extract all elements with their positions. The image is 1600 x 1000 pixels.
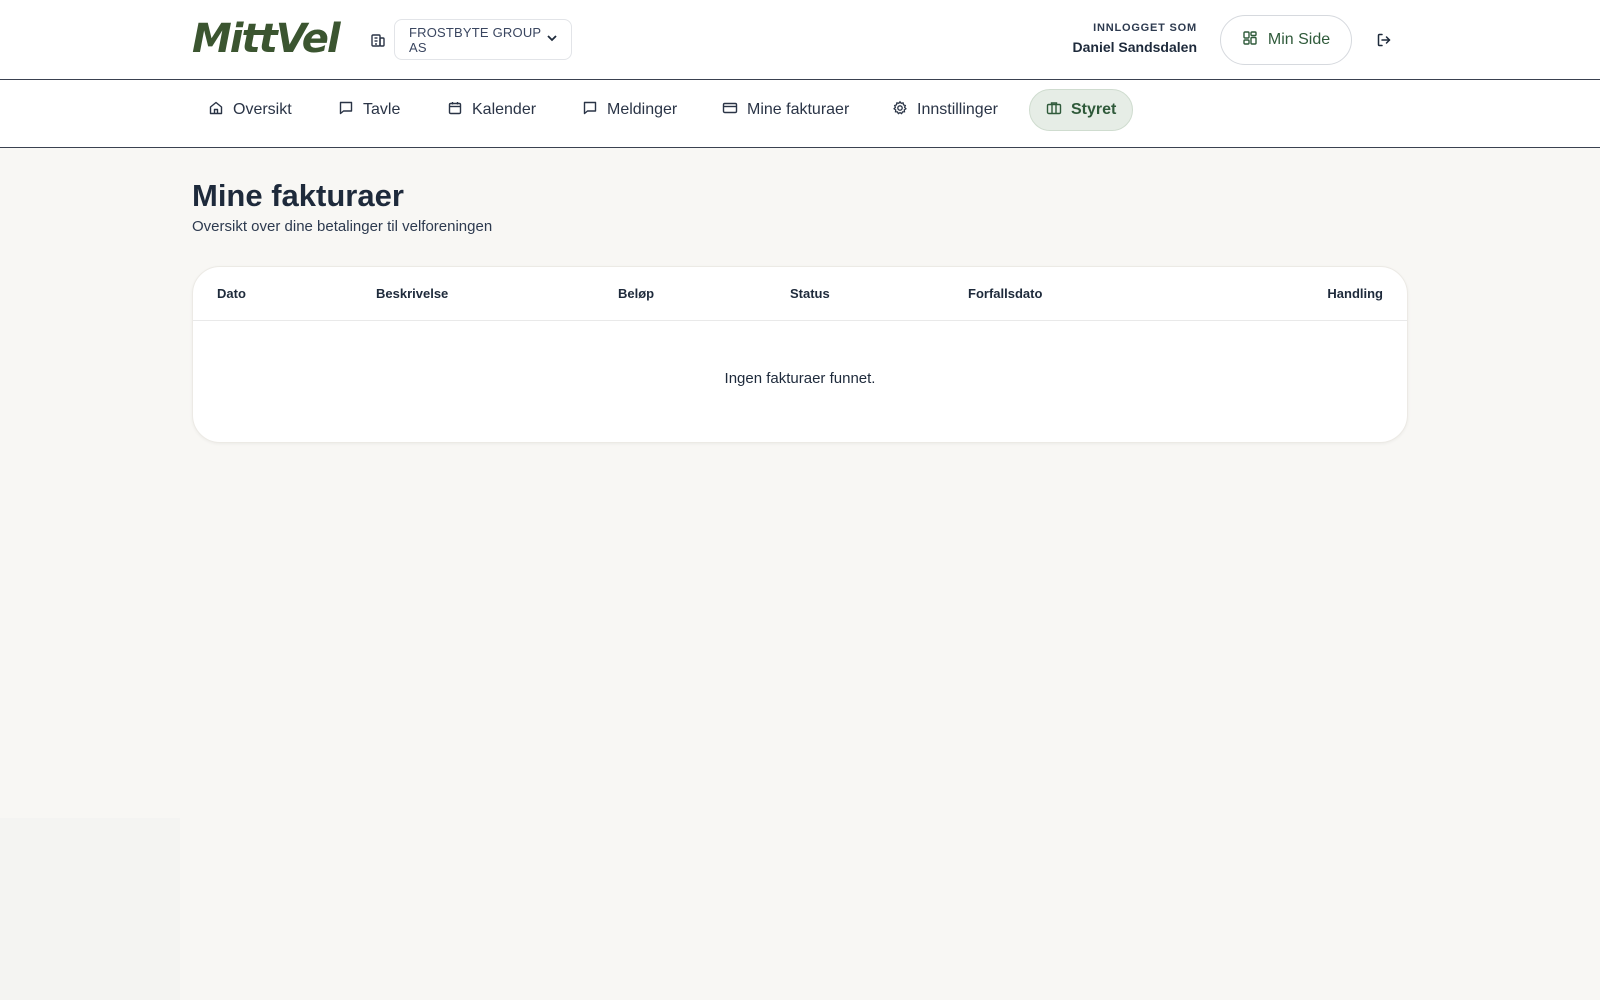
column-header-belop: Beløp [618,286,655,301]
top-header: MittVel FROSTBYTE GROUP AS INNLOGGET SOM… [0,0,1600,80]
nav-item-meldinger[interactable]: Meldinger [566,89,693,131]
min-side-label: Min Side [1267,31,1331,48]
page-subtitle: Oversikt over dine betalinger til velfor… [192,218,493,235]
empty-state-message: Ingen fakturaer funnet. [724,370,876,387]
page-title: Mine fakturaer [192,178,404,213]
nav-item-label: Styret [1071,101,1117,118]
briefcase-icon [1046,100,1062,121]
logout-icon[interactable] [1374,30,1394,50]
organization-select[interactable]: FROSTBYTE GROUP AS [394,19,572,60]
logged-in-label: INNLOGGET SOM [1093,22,1197,34]
chevron-down-icon [547,34,557,45]
home-icon [208,100,224,121]
column-header-status: Status [790,286,830,301]
column-header-handling: Handling [1327,286,1383,301]
message-square-icon [338,100,354,121]
message-square-icon [582,100,598,121]
nav-item-innstillinger[interactable]: Innstillinger [876,89,1014,131]
building-icon [368,30,388,50]
column-header-dato: Dato [217,286,246,301]
column-header-forfallsdato: Forfallsdato [968,286,1043,301]
nav-item-label: Meldinger [607,101,678,118]
credit-card-icon [722,100,738,121]
logged-in-user-name: Daniel Sandsdalen [1072,39,1197,55]
calendar-icon [447,100,463,121]
column-header-beskrivelse: Beskrivelse [376,286,449,301]
background-panel [0,818,180,1000]
nav-item-mine-fakturaer[interactable]: Mine fakturaer [706,89,865,131]
nav-item-styret[interactable]: Styret [1029,89,1134,131]
nav-item-label: Mine fakturaer [747,101,850,118]
nav-item-kalender[interactable]: Kalender [431,89,552,131]
nav-item-oversikt[interactable]: Oversikt [192,89,308,131]
gear-icon [892,100,908,121]
table-header: Dato Beskrivelse Beløp Status Forfallsda… [193,267,1407,321]
nav-item-label: Kalender [472,101,537,118]
nav-item-label: Tavle [363,101,401,118]
min-side-button[interactable]: Min Side [1220,15,1352,65]
nav-item-label: Oversikt [233,101,292,118]
dashboard-icon [1242,30,1258,51]
invoices-table: Dato Beskrivelse Beløp Status Forfallsda… [192,266,1408,443]
mittvel-logo[interactable]: MittVel [192,16,341,62]
nav-item-tavle[interactable]: Tavle [322,89,416,131]
nav-item-label: Innstillinger [917,101,998,118]
organization-select-value: FROSTBYTE GROUP AS [409,24,542,55]
main-navigation: Oversikt Tavle Kalender Meldinger Mine f… [0,80,1600,148]
